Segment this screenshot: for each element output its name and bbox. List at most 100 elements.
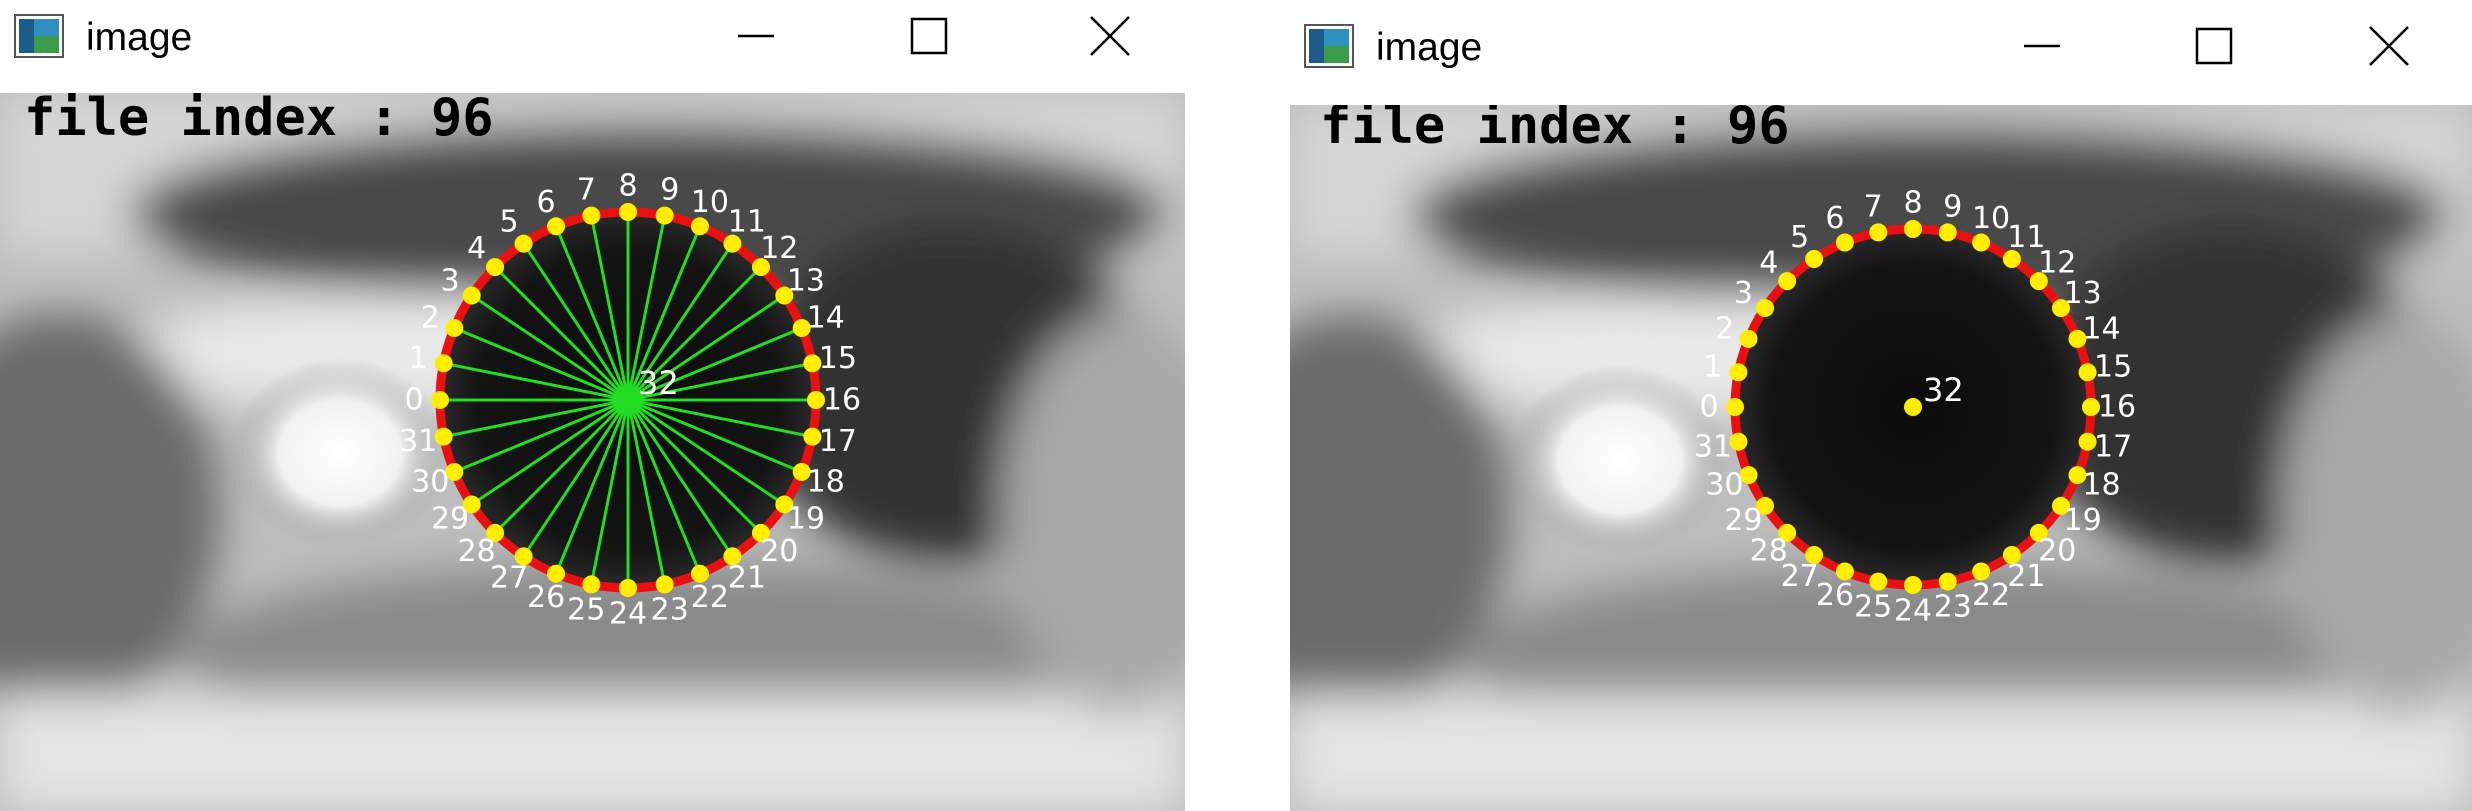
- point-label: 7: [577, 173, 596, 208]
- contour-point: [690, 217, 709, 236]
- point-label: 16: [2098, 390, 2136, 425]
- center-point: [1904, 398, 1922, 416]
- file-index-label: file index : 96: [24, 93, 494, 148]
- contour-point: [1869, 223, 1888, 242]
- point-label: 26: [1816, 578, 1854, 613]
- file-index-label: file index : 96: [1320, 105, 1790, 156]
- image-window-icon: [1304, 24, 1354, 68]
- maximize-button[interactable]: [2174, 16, 2254, 76]
- contour-point: [1835, 233, 1854, 252]
- point-label: 7: [1864, 189, 1883, 224]
- contour-point: [547, 217, 566, 236]
- point-label: 19: [2064, 503, 2102, 538]
- point-label: 31: [1694, 429, 1732, 464]
- contour-point: [655, 575, 674, 594]
- point-label: 2: [1715, 311, 1734, 346]
- point-label: 21: [728, 560, 766, 595]
- eye-image: file index : 96 0123456 7 8 9 10111213141516…: [1290, 105, 2472, 811]
- window-title: image: [86, 16, 193, 59]
- close-icon: [1090, 16, 1130, 56]
- point-label: 0: [404, 383, 423, 418]
- point-label: 3: [441, 264, 460, 299]
- contour-point: [655, 206, 674, 225]
- contour-point: [582, 206, 601, 225]
- point-label: 15: [2094, 350, 2132, 385]
- point-label: 0: [1699, 390, 1718, 425]
- eye-image-canvas[interactable]: file index : 96 0 1 2 3 4 5 6 7 8 9 10 11 12 13 14 15 16…: [0, 93, 1185, 811]
- eye-image-canvas[interactable]: file index : 96 0 1 2 3 4 5 6 7 8 9 10 11 12 13 14 15 16…: [1290, 105, 2472, 811]
- maximize-icon: [2195, 27, 2233, 65]
- point-label: 22: [1972, 578, 2010, 613]
- point-label: 16: [823, 383, 861, 418]
- point-label: 10: [691, 185, 729, 220]
- point-label: 19: [787, 501, 825, 536]
- point-label: 5: [500, 205, 519, 240]
- contour-point: [1869, 572, 1888, 591]
- point-label: 30: [411, 464, 449, 499]
- point-label: 4: [1759, 245, 1778, 280]
- point-label: 25: [1854, 590, 1892, 625]
- close-button[interactable]: [2349, 16, 2429, 76]
- contour-point: [619, 579, 637, 597]
- contour-point: [434, 427, 453, 446]
- close-button[interactable]: [1070, 6, 1150, 66]
- point-label: 24: [609, 597, 647, 632]
- point-label: 3: [1734, 276, 1753, 311]
- title-bar[interactable]: image: [0, 0, 1185, 93]
- point-label: 12: [760, 231, 798, 266]
- point-label: 25: [567, 592, 605, 627]
- minimize-button[interactable]: [2002, 16, 2082, 76]
- point-label: 22: [691, 580, 729, 615]
- point-label: 24: [1894, 594, 1932, 629]
- contour-point: [1904, 220, 1922, 238]
- point-label: 1: [1703, 350, 1722, 385]
- eye-image: file index : 96 0123456 7 8 9 10111213141516…: [0, 93, 1185, 811]
- image-window-icon: [14, 14, 64, 58]
- point-label: 18: [807, 464, 845, 499]
- point-label: 8: [618, 169, 637, 204]
- minimize-button[interactable]: [716, 6, 796, 66]
- point-label: 31: [399, 424, 437, 459]
- point-label: 6: [537, 185, 556, 220]
- point-label: 29: [1724, 503, 1762, 538]
- contour-point: [486, 258, 505, 277]
- minimize-icon: [738, 34, 774, 38]
- maximize-button[interactable]: [889, 6, 969, 66]
- point-label: 13: [2064, 276, 2102, 311]
- minimize-icon: [2024, 44, 2060, 48]
- contour-point: [1729, 363, 1748, 382]
- point-label: 8: [1903, 186, 1922, 221]
- image-window-left: image file index: 96 0 1 2 3 4 5 6 7 8 …: [0, 0, 1185, 811]
- point-label: 15: [819, 341, 857, 376]
- point-label: 26: [527, 580, 565, 615]
- point-label: 30: [1705, 468, 1743, 503]
- contour-point: [462, 286, 481, 305]
- contour-point: [1938, 572, 1957, 591]
- contour-point: [1938, 223, 1957, 242]
- contour-point: [1778, 272, 1797, 291]
- point-label: 4: [467, 231, 486, 266]
- point-label: 6: [1825, 201, 1844, 236]
- point-label: 9: [660, 173, 679, 208]
- title-bar[interactable]: image: [1290, 0, 2472, 105]
- center-label: 32: [1923, 371, 1964, 409]
- point-label: 17: [2094, 429, 2132, 464]
- contour-point: [1726, 398, 1744, 416]
- point-label: 23: [1934, 590, 1972, 625]
- point-label: 21: [2007, 559, 2045, 594]
- point-label: 28: [1750, 534, 1788, 569]
- contour-point: [431, 391, 449, 409]
- point-label: 5: [1790, 220, 1809, 255]
- contour-point: [1739, 329, 1758, 348]
- point-label: 17: [819, 424, 857, 459]
- contour-point: [434, 354, 453, 373]
- center-label: 32: [638, 364, 679, 402]
- point-label: 29: [431, 501, 469, 536]
- close-icon: [2369, 26, 2409, 66]
- point-label: 10: [1972, 201, 2010, 236]
- point-label: 28: [458, 534, 496, 569]
- point-label: 2: [421, 301, 440, 336]
- point-label: 18: [2082, 468, 2120, 503]
- image-window-right: image file index: 96 0 1 2 3 4 5 6 7 8 …: [1290, 0, 2472, 811]
- point-label: 1: [409, 341, 428, 376]
